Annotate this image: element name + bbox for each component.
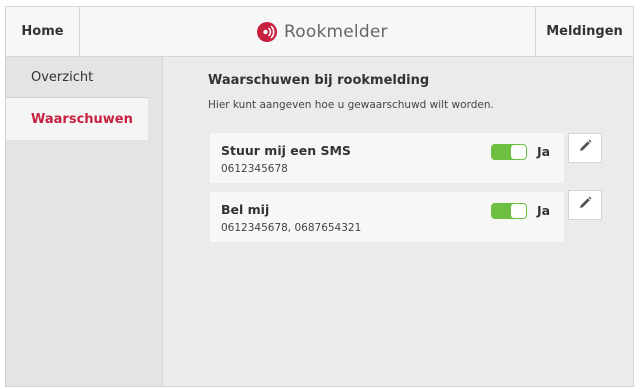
main-content: Waarschuwen bij rookmelding Hier kunt aa…: [163, 57, 633, 386]
brand: Rookmelder: [256, 7, 388, 56]
option-detail: 0612345678, 0687654321: [221, 222, 362, 234]
sidebar-item-label: Overzicht: [31, 69, 94, 85]
section-description: Hier kunt aangeven hoe u gewaarschuwd wi…: [208, 99, 494, 111]
sidebar: Overzicht Waarschuwen: [6, 57, 163, 386]
pencil-icon: [577, 138, 593, 158]
sidebar-item-overzicht[interactable]: Overzicht: [6, 57, 148, 97]
pencil-icon: [577, 195, 593, 215]
option-card-call: Bel mij 0612345678, 0687654321 Ja: [210, 192, 564, 242]
edit-sms-button[interactable]: [568, 133, 602, 163]
app-title: Rookmelder: [284, 21, 388, 42]
toggle-label: Ja: [537, 144, 551, 159]
option-card-sms: Stuur mij een SMS 0612345678 Ja: [210, 133, 564, 183]
home-button[interactable]: Home: [6, 7, 80, 56]
sidebar-item-waarschuwen[interactable]: Waarschuwen: [6, 97, 148, 140]
option-detail: 0612345678: [221, 163, 288, 175]
call-toggle[interactable]: [491, 203, 527, 219]
sidebar-item-label: Waarschuwen: [31, 111, 133, 127]
toggle-label: Ja: [537, 203, 551, 218]
option-title: Stuur mij een SMS: [221, 143, 351, 158]
section-title: Waarschuwen bij rookmelding: [208, 73, 430, 88]
home-button-label: Home: [21, 24, 64, 39]
smoke-alarm-icon: [256, 21, 278, 43]
top-bar: Home Rookmelder Meldingen: [6, 7, 633, 57]
edit-call-button[interactable]: [568, 190, 602, 220]
notifications-button-label: Meldingen: [546, 24, 623, 39]
sms-toggle[interactable]: [491, 144, 527, 160]
notifications-button[interactable]: Meldingen: [535, 7, 633, 56]
toggle-knob: [511, 204, 526, 218]
app-frame: Home Rookmelder Meldingen Overzicht Waar…: [5, 6, 634, 387]
toggle-knob: [511, 145, 526, 159]
option-title: Bel mij: [221, 202, 270, 217]
